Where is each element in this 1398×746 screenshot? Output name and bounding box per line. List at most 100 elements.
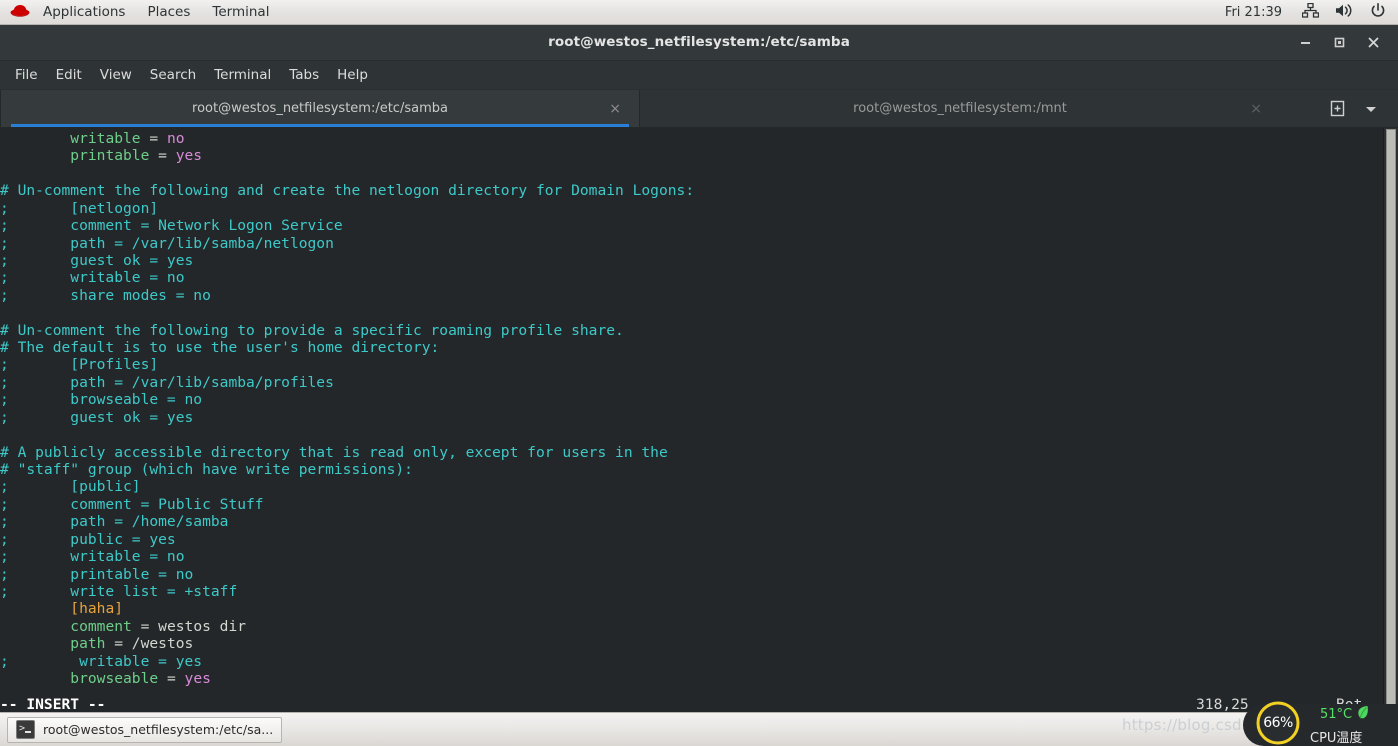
code-span-comment: ; writable = no — [0, 548, 185, 566]
panel-menu-terminal[interactable]: Terminal — [201, 0, 280, 24]
tab-close-icon[interactable]: × — [609, 102, 621, 116]
terminal-line: ; [netlogon] — [0, 200, 694, 217]
tab-mnt[interactable]: root@westos_netfilesystem:/mnt × — [640, 90, 1280, 127]
code-span-key: browseable — [70, 670, 159, 688]
terminal-window: root@westos_netfilesystem:/etc/samba Fil… — [0, 25, 1398, 715]
leaf-icon — [1358, 706, 1368, 719]
code-span-comment: ; comment = Network Logon Service — [0, 217, 343, 235]
volume-icon[interactable] — [1335, 3, 1354, 22]
code-span-plain — [0, 600, 70, 617]
terminal-line: ; writable = no — [0, 548, 694, 565]
code-span-section: [haha] — [70, 600, 124, 618]
code-span-plain — [0, 670, 70, 687]
terminal-line: ; guest ok = yes — [0, 252, 694, 269]
terminal-line: ; [Profiles] — [0, 356, 694, 373]
panel-status-area: Fri 21:39 — [1225, 0, 1398, 25]
panel-menu-applications[interactable]: Applications — [32, 0, 136, 24]
tab-tools — [1320, 90, 1398, 127]
taskbar-window-button[interactable]: root@westos_netfilesystem:/etc/sa... — [7, 716, 283, 743]
code-span-comment: # Un-comment the following and create th… — [0, 182, 695, 200]
code-span-key: comment — [70, 617, 132, 635]
code-span-comment: # The default is to use the user's home … — [0, 339, 440, 357]
top-panel: Applications Places Terminal Fri 21:39 — [0, 0, 1398, 25]
tab-etc-samba[interactable]: root@westos_netfilesystem:/etc/samba × — [0, 90, 640, 127]
terminal-line: ; comment = Public Stuff — [0, 496, 694, 513]
menu-edit[interactable]: Edit — [47, 62, 91, 88]
code-span-comment: ; [public] — [0, 478, 141, 496]
chevron-down-icon[interactable] — [1354, 91, 1388, 127]
code-span-eq: = — [158, 670, 185, 688]
menu-tabs[interactable]: Tabs — [280, 62, 328, 88]
terminal-line: writable = no — [0, 130, 694, 147]
terminal-line: ; printable = no — [0, 566, 694, 583]
tab-active-indicator — [11, 124, 629, 127]
terminal-line: browseable = yes — [0, 670, 694, 687]
code-span-eq: = — [140, 130, 167, 147]
terminal-line: # Un-comment the following and create th… — [0, 182, 694, 199]
panel-menu-places[interactable]: Places — [136, 0, 201, 24]
code-span-plain: = /westos — [105, 635, 194, 653]
taskbar-window-label: root@westos_netfilesystem:/etc/sa... — [43, 722, 274, 737]
code-span-comment: ; [netlogon] — [0, 199, 159, 217]
code-span-val: no — [166, 130, 185, 147]
new-tab-icon[interactable] — [1320, 91, 1354, 127]
terminal-line: [haha] — [0, 600, 694, 617]
code-span-key: printable — [70, 147, 150, 165]
code-span-comment: ; printable = no — [0, 565, 194, 583]
terminal-scrollbar[interactable] — [1383, 128, 1398, 715]
terminal-line: ; path = /var/lib/samba/profiles — [0, 374, 694, 391]
terminal-icon — [16, 720, 35, 739]
desktop-screen: Applications Places Terminal Fri 21:39 r… — [0, 0, 1398, 746]
tab-label: root@westos_netfilesystem:/mnt — [853, 101, 1067, 116]
code-span-comment: # "staff" group (which have write permis… — [0, 461, 413, 479]
terminal-line: # Un-comment the following to provide a … — [0, 322, 694, 339]
terminal-line: ; guest ok = yes — [0, 409, 694, 426]
menu-file[interactable]: File — [6, 62, 47, 88]
menu-search[interactable]: Search — [141, 62, 205, 88]
close-icon[interactable] — [1356, 25, 1390, 60]
network-icon[interactable] — [1301, 2, 1320, 22]
terminal-line: path = /westos — [0, 635, 694, 652]
redhat-logo-icon — [9, 2, 31, 22]
tab-label: root@westos_netfilesystem:/etc/samba — [192, 101, 448, 116]
terminal-viewport[interactable]: writable = no printable = yes # Un-commen… — [0, 128, 1398, 715]
terminal-line: ; writable = no — [0, 269, 694, 286]
code-span-plain — [0, 635, 70, 652]
terminal-line: ; path = /var/lib/samba/netlogon — [0, 235, 694, 252]
terminal-line: ; comment = Network Logon Service — [0, 217, 694, 234]
power-icon[interactable] — [1370, 2, 1386, 23]
window-title: root@westos_netfilesystem:/etc/samba — [548, 34, 850, 50]
code-span-comment: ; path = /home/samba — [0, 513, 229, 531]
code-span-comment: ; share modes = no — [0, 286, 211, 304]
tab-close-icon[interactable]: × — [1250, 102, 1262, 116]
terminal-line: ; share modes = no — [0, 287, 694, 304]
terminal-line: ; browseable = no — [0, 391, 694, 408]
code-span-comment: # A publicly accessible directory that i… — [0, 443, 668, 461]
cpu-temperature-label: CPU温度 — [1310, 731, 1363, 746]
terminal-line: ; [public] — [0, 478, 694, 495]
terminal-line: ; writable = yes — [0, 653, 694, 670]
code-span-comment: ; comment = Public Stuff — [0, 495, 264, 513]
code-span-comment: ; write list = +staff — [0, 582, 238, 600]
code-span-comment: ; path = /var/lib/samba/profiles — [0, 373, 334, 391]
menu-help[interactable]: Help — [328, 62, 377, 88]
tab-bar: root@westos_netfilesystem:/etc/samba × r… — [0, 90, 1398, 128]
code-span-comment: ; [Profiles] — [0, 356, 159, 374]
terminal-line: ; public = yes — [0, 531, 694, 548]
menubar: File Edit View Search Terminal Tabs Help — [0, 61, 1398, 90]
terminal-line: # "staff" group (which have write permis… — [0, 461, 694, 478]
menu-terminal[interactable]: Terminal — [205, 62, 280, 88]
code-span-plain — [0, 130, 70, 147]
minimize-icon[interactable] — [1288, 25, 1322, 60]
code-span-comment: ; guest ok = yes — [0, 408, 194, 426]
window-controls — [1288, 25, 1390, 60]
menu-view[interactable]: View — [91, 62, 141, 88]
code-span-eq: = — [149, 147, 176, 165]
window-titlebar: root@westos_netfilesystem:/etc/samba — [0, 25, 1398, 61]
code-span-val: yes — [184, 670, 211, 688]
code-span-plain — [0, 618, 70, 635]
scrollbar-thumb[interactable] — [1386, 129, 1396, 712]
panel-clock[interactable]: Fri 21:39 — [1225, 5, 1282, 20]
maximize-icon[interactable] — [1322, 25, 1356, 60]
